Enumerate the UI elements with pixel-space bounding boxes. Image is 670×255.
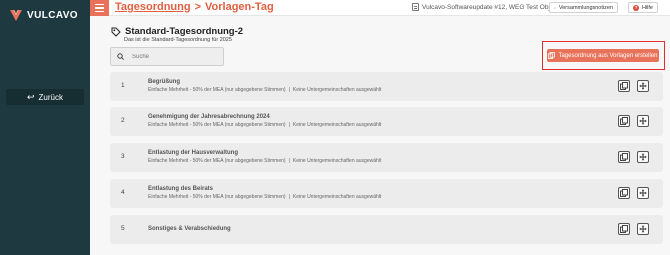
item-name: Entlastung der Hausverwaltung: [148, 150, 239, 156]
item-separator: |: [288, 194, 290, 200]
breadcrumb-current: Vorlagen-Tag: [205, 1, 274, 13]
copy-icon: [620, 153, 628, 161]
sidebar: VULCAVO ↩ Zurück: [0, 0, 90, 255]
move-icon: [639, 82, 647, 90]
breadcrumb-separator: >: [194, 1, 202, 13]
item-name: Entlastung des Beirats: [148, 186, 214, 192]
item-separator: |: [288, 158, 290, 164]
move-item-button[interactable]: [637, 115, 649, 127]
vulcavo-logo-icon: [10, 10, 22, 21]
item-description: Einfache Mehrheit - 50% der MEA (nur abg…: [148, 194, 381, 200]
item-number: 3: [121, 153, 125, 160]
item-description: Einfache Mehrheit - 50% der MEA (nur abg…: [148, 158, 381, 164]
move-icon: [639, 153, 647, 161]
item-scope: Keine Untergemeinschaften ausgewählt: [292, 87, 382, 93]
agenda-item[interactable]: 2 Genehmigung der Jahresabrechnung 2024 …: [110, 107, 663, 136]
move-item-button[interactable]: [637, 80, 649, 92]
item-number: 4: [121, 189, 125, 196]
copy-icon: [548, 52, 556, 59]
copy-item-button[interactable]: [618, 223, 630, 235]
page-subtitle: Das ist die Standard-Tagesordnung für 20…: [124, 37, 232, 43]
help-button[interactable]: ? Hilfe: [628, 2, 658, 13]
item-number: 1: [121, 82, 125, 89]
menu-button[interactable]: [90, 0, 109, 16]
item-majority: Einfache Mehrheit - 50% der MEA (nur abg…: [148, 87, 286, 93]
logo: VULCAVO: [9, 8, 78, 22]
page-title: Standard-Tagesordnung-2: [125, 26, 244, 37]
copy-item-button[interactable]: [618, 115, 630, 127]
help-label: Hilfe: [641, 4, 653, 11]
notes-button[interactable]: Versammlungsnotizen: [549, 2, 618, 13]
agenda-item[interactable]: 5 Sonstiges & Verabschiedung: [110, 215, 663, 244]
arrow-left-icon: ↩: [27, 91, 35, 102]
item-scope: Keine Untergemeinschaften ausgewählt: [292, 194, 382, 200]
back-label: Zurück: [38, 92, 63, 102]
move-item-button[interactable]: [637, 223, 649, 235]
agenda-item[interactable]: 4 Entlastung des Beirats Einfache Mehrhe…: [110, 179, 663, 208]
title-row: Standard-Tagesordnung-2: [111, 26, 243, 37]
hamburger-icon: [95, 4, 104, 6]
item-name: Genehmigung der Jahresabrechnung 2024: [148, 114, 270, 120]
search-icon: [117, 53, 124, 60]
item-number: 5: [121, 225, 125, 232]
create-from-templates-button[interactable]: Tagesordnung aus Vorlagen erstellen: [547, 49, 659, 62]
brand-name: VULCAVO: [27, 9, 78, 21]
copy-icon: [620, 189, 628, 197]
notes-icon: [554, 6, 556, 9]
notes-label: Versammlungsnotizen: [558, 4, 613, 11]
document-icon: [412, 3, 419, 11]
create-button-highlight: Tagesordnung aus Vorlagen erstellen: [542, 41, 665, 70]
move-icon: [639, 189, 647, 197]
create-label: Tagesordnung aus Vorlagen erstellen: [558, 52, 658, 59]
agenda-item[interactable]: 1 Begrüßung Einfache Mehrheit - 50% der …: [110, 72, 663, 101]
update-text: Vulcavo-Softwareupdate #12, WEG Test Obj…: [422, 3, 559, 11]
item-majority: Einfache Mehrheit - 50% der MEA (nur abg…: [148, 158, 286, 164]
move-item-button[interactable]: [637, 151, 649, 163]
breadcrumb: Tagesordnung > Vorlagen-Tag: [115, 1, 274, 13]
topbar: Tagesordnung > Vorlagen-Tag Vulcavo-Softwa…: [90, 0, 670, 16]
tag-icon: [111, 27, 121, 37]
back-button[interactable]: ↩ Zurück: [6, 89, 84, 105]
item-majority: Einfache Mehrheit - 50% der MEA (nur abg…: [148, 194, 286, 200]
copy-icon: [620, 82, 628, 90]
copy-icon: [620, 117, 628, 125]
agenda-item[interactable]: 3 Entlastung der Hausverwaltung Einfache…: [110, 143, 663, 172]
search-box[interactable]: [110, 47, 224, 66]
copy-item-button[interactable]: [618, 187, 630, 199]
move-item-button[interactable]: [637, 187, 649, 199]
copy-icon: [620, 225, 628, 233]
item-separator: |: [288, 87, 290, 93]
move-icon: [639, 117, 647, 125]
copy-item-button[interactable]: [618, 151, 630, 163]
item-name: Sonstiges & Verabschiedung: [148, 226, 231, 232]
copy-item-button[interactable]: [618, 80, 630, 92]
item-number: 2: [121, 117, 125, 124]
search-input[interactable]: [132, 53, 212, 60]
item-separator: |: [288, 122, 290, 128]
update-info: Vulcavo-Softwareupdate #12, WEG Test Obj…: [412, 3, 559, 11]
move-icon: [639, 225, 647, 233]
item-description: Einfache Mehrheit - 50% der MEA (nur abg…: [148, 87, 381, 93]
item-description: Einfache Mehrheit - 50% der MEA (nur abg…: [148, 122, 381, 128]
main-content: Standard-Tagesordnung-2 Das ist die Stan…: [90, 16, 670, 255]
item-majority: Einfache Mehrheit - 50% der MEA (nur abg…: [148, 122, 286, 128]
breadcrumb-tagesordnung[interactable]: Tagesordnung: [115, 1, 191, 13]
item-name: Begrüßung: [148, 79, 180, 85]
item-scope: Keine Untergemeinschaften ausgewählt: [292, 158, 382, 164]
help-icon: ?: [633, 4, 639, 11]
item-scope: Keine Untergemeinschaften ausgewählt: [292, 122, 382, 128]
